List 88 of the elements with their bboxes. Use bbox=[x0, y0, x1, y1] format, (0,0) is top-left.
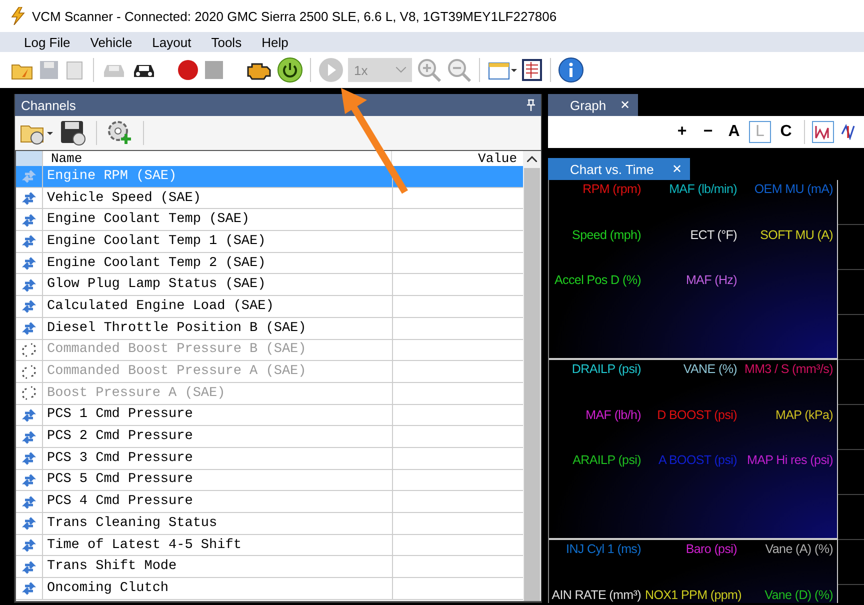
window-title: VCM Scanner - Connected: 2020 GMC Sierra 2500 SLE, 6.6 L, V8, 1GT39MEY1LF227806 bbox=[32, 8, 557, 24]
channel-row[interactable]: Engine Coolant Temp (SAE) bbox=[16, 209, 523, 232]
channel-name: Commanded Boost Pressure B (SAE) bbox=[43, 340, 393, 360]
waveform-icon[interactable] bbox=[812, 121, 834, 143]
channel-name: Engine Coolant Temp (SAE) bbox=[43, 209, 393, 230]
series-label: Vane (D) (%) bbox=[764, 588, 834, 603]
channel-row[interactable]: Calculated Engine Load (SAE) bbox=[16, 296, 523, 318]
lightning-icon bbox=[10, 7, 26, 25]
series-label: Accel Pos D (%) bbox=[554, 273, 642, 289]
caret-icon bbox=[396, 67, 406, 73]
channel-name: Commanded Boost Pressure A (SAE) bbox=[43, 361, 393, 382]
channel-name: PCS 2 Cmd Pressure bbox=[43, 426, 393, 447]
record-icon[interactable] bbox=[177, 59, 199, 81]
channel-name: Engine Coolant Temp 1 (SAE) bbox=[43, 231, 393, 252]
graph-tool-button[interactable]: C bbox=[775, 121, 797, 143]
channel-name: Time of Latest 4-5 Shift bbox=[43, 534, 393, 556]
series-label: DRAILP (psi) bbox=[570, 362, 642, 378]
channel-row[interactable]: PCS 5 Cmd Pressure bbox=[16, 470, 523, 492]
info-icon[interactable] bbox=[558, 57, 584, 83]
menu-item[interactable]: Tools bbox=[201, 34, 252, 50]
channel-row[interactable]: Trans Shift Mode bbox=[16, 556, 523, 578]
close-tab-button[interactable]: ✕ bbox=[672, 162, 682, 176]
series-label: NOX1 PPM (ppm) bbox=[645, 588, 741, 603]
header-corner-cell bbox=[16, 151, 43, 166]
channel-row[interactable]: Engine Coolant Temp 2 (SAE) bbox=[16, 252, 523, 274]
series-label: ECT (°F) bbox=[689, 228, 738, 244]
panel-title: Channels bbox=[21, 98, 76, 112]
channel-name: PCS 1 Cmd Pressure bbox=[43, 404, 393, 426]
series-label: SOFT MU (A) bbox=[759, 228, 834, 244]
channel-name: PCS 5 Cmd Pressure bbox=[43, 470, 393, 490]
power-icon[interactable] bbox=[277, 57, 303, 83]
channel-name: Boost Pressure A (SAE) bbox=[43, 382, 393, 404]
channel-row[interactable]: Glow Plug Lamp Status (SAE) bbox=[16, 274, 523, 296]
series-label: MAP Hi res (psi) bbox=[746, 453, 834, 469]
series-label: D BOOST (psi) bbox=[656, 408, 738, 424]
menu-item[interactable]: Help bbox=[252, 34, 298, 50]
channel-row[interactable]: PCS 2 Cmd Pressure bbox=[16, 426, 523, 448]
series-label: RPM (rpm) bbox=[582, 182, 642, 198]
series-label: Speed (mph) bbox=[571, 228, 642, 244]
graph-tool-button[interactable]: A bbox=[723, 121, 745, 143]
series-label: ARAILP (psi) bbox=[572, 453, 642, 469]
channel-row[interactable]: Engine Coolant Temp 1 (SAE) bbox=[16, 231, 523, 253]
scrollbar-thumb[interactable] bbox=[524, 168, 540, 601]
series-label: VANE (%) bbox=[682, 362, 738, 378]
table-icon[interactable] bbox=[521, 58, 543, 82]
series-label: MAF (lb/min) bbox=[668, 182, 738, 198]
series-label: MAF (Hz) bbox=[684, 273, 738, 289]
pin-icon[interactable] bbox=[527, 99, 535, 111]
channel-name: PCS 4 Cmd Pressure bbox=[43, 491, 393, 512]
channel-row[interactable]: Vehicle Speed (SAE) bbox=[16, 188, 523, 210]
series-label: A BOOST (psi) bbox=[657, 453, 738, 469]
graph-tool-button[interactable]: − bbox=[697, 121, 719, 143]
series-label: OEM MU (mA) bbox=[753, 182, 834, 198]
graph-tab[interactable]: Graph ✕ bbox=[548, 94, 638, 116]
series-label: Baro (psi) bbox=[684, 542, 738, 558]
channel-row[interactable]: Time of Latest 4-5 Shift bbox=[16, 534, 523, 556]
chart-tab[interactable]: Chart vs. Time ✕ bbox=[548, 158, 690, 180]
menu-item[interactable]: Layout bbox=[142, 34, 202, 50]
series-label: AIN RATE (mm³) bbox=[550, 588, 642, 603]
series-label: MAF (lb/h) bbox=[584, 408, 642, 424]
graph-tool-button[interactable]: + bbox=[671, 121, 693, 143]
channel-name: Trans Shift Mode bbox=[43, 556, 393, 578]
channel-row[interactable]: Diesel Throttle Position B (SAE) bbox=[16, 318, 523, 340]
menu-item[interactable]: Log File bbox=[14, 34, 80, 50]
channel-name: Oncoming Clutch bbox=[43, 578, 393, 599]
channel-row[interactable]: Trans Cleaning Status bbox=[16, 513, 523, 535]
channel-name: Trans Cleaning Status bbox=[43, 513, 393, 534]
series-label: MAP (kPa) bbox=[774, 408, 834, 424]
channel-name: Engine Coolant Temp 2 (SAE) bbox=[43, 252, 393, 274]
channel-row[interactable]: PCS 3 Cmd Pressure bbox=[16, 448, 523, 470]
channel-row[interactable]: PCS 4 Cmd Pressure bbox=[16, 491, 523, 513]
series-label: Vane (A) (%) bbox=[764, 542, 834, 558]
column-header[interactable]: Value bbox=[392, 151, 524, 166]
scroll-up-icon[interactable] bbox=[523, 151, 541, 166]
channel-name: Calculated Engine Load (SAE) bbox=[43, 296, 393, 317]
channel-name: PCS 3 Cmd Pressure bbox=[43, 448, 393, 469]
channel-name: Glow Plug Lamp Status (SAE) bbox=[43, 274, 393, 296]
channel-name: Diesel Throttle Position B (SAE) bbox=[43, 318, 393, 338]
series-label: MM3 / S (mm³/s) bbox=[743, 362, 834, 378]
close-tab-button[interactable]: ✕ bbox=[620, 98, 630, 112]
channel-row[interactable]: Oncoming Clutch bbox=[16, 578, 523, 600]
channel-row[interactable]: PCS 1 Cmd Pressure bbox=[16, 404, 523, 426]
series-label: INJ Cyl 1 (ms) bbox=[565, 542, 642, 558]
save-gear-icon[interactable] bbox=[59, 119, 87, 147]
menu-item[interactable]: Vehicle bbox=[80, 34, 142, 50]
gear-add-icon[interactable] bbox=[106, 119, 134, 147]
channel-name: Vehicle Speed (SAE) bbox=[43, 188, 393, 208]
channel-name: Engine RPM (SAE) bbox=[43, 166, 393, 187]
